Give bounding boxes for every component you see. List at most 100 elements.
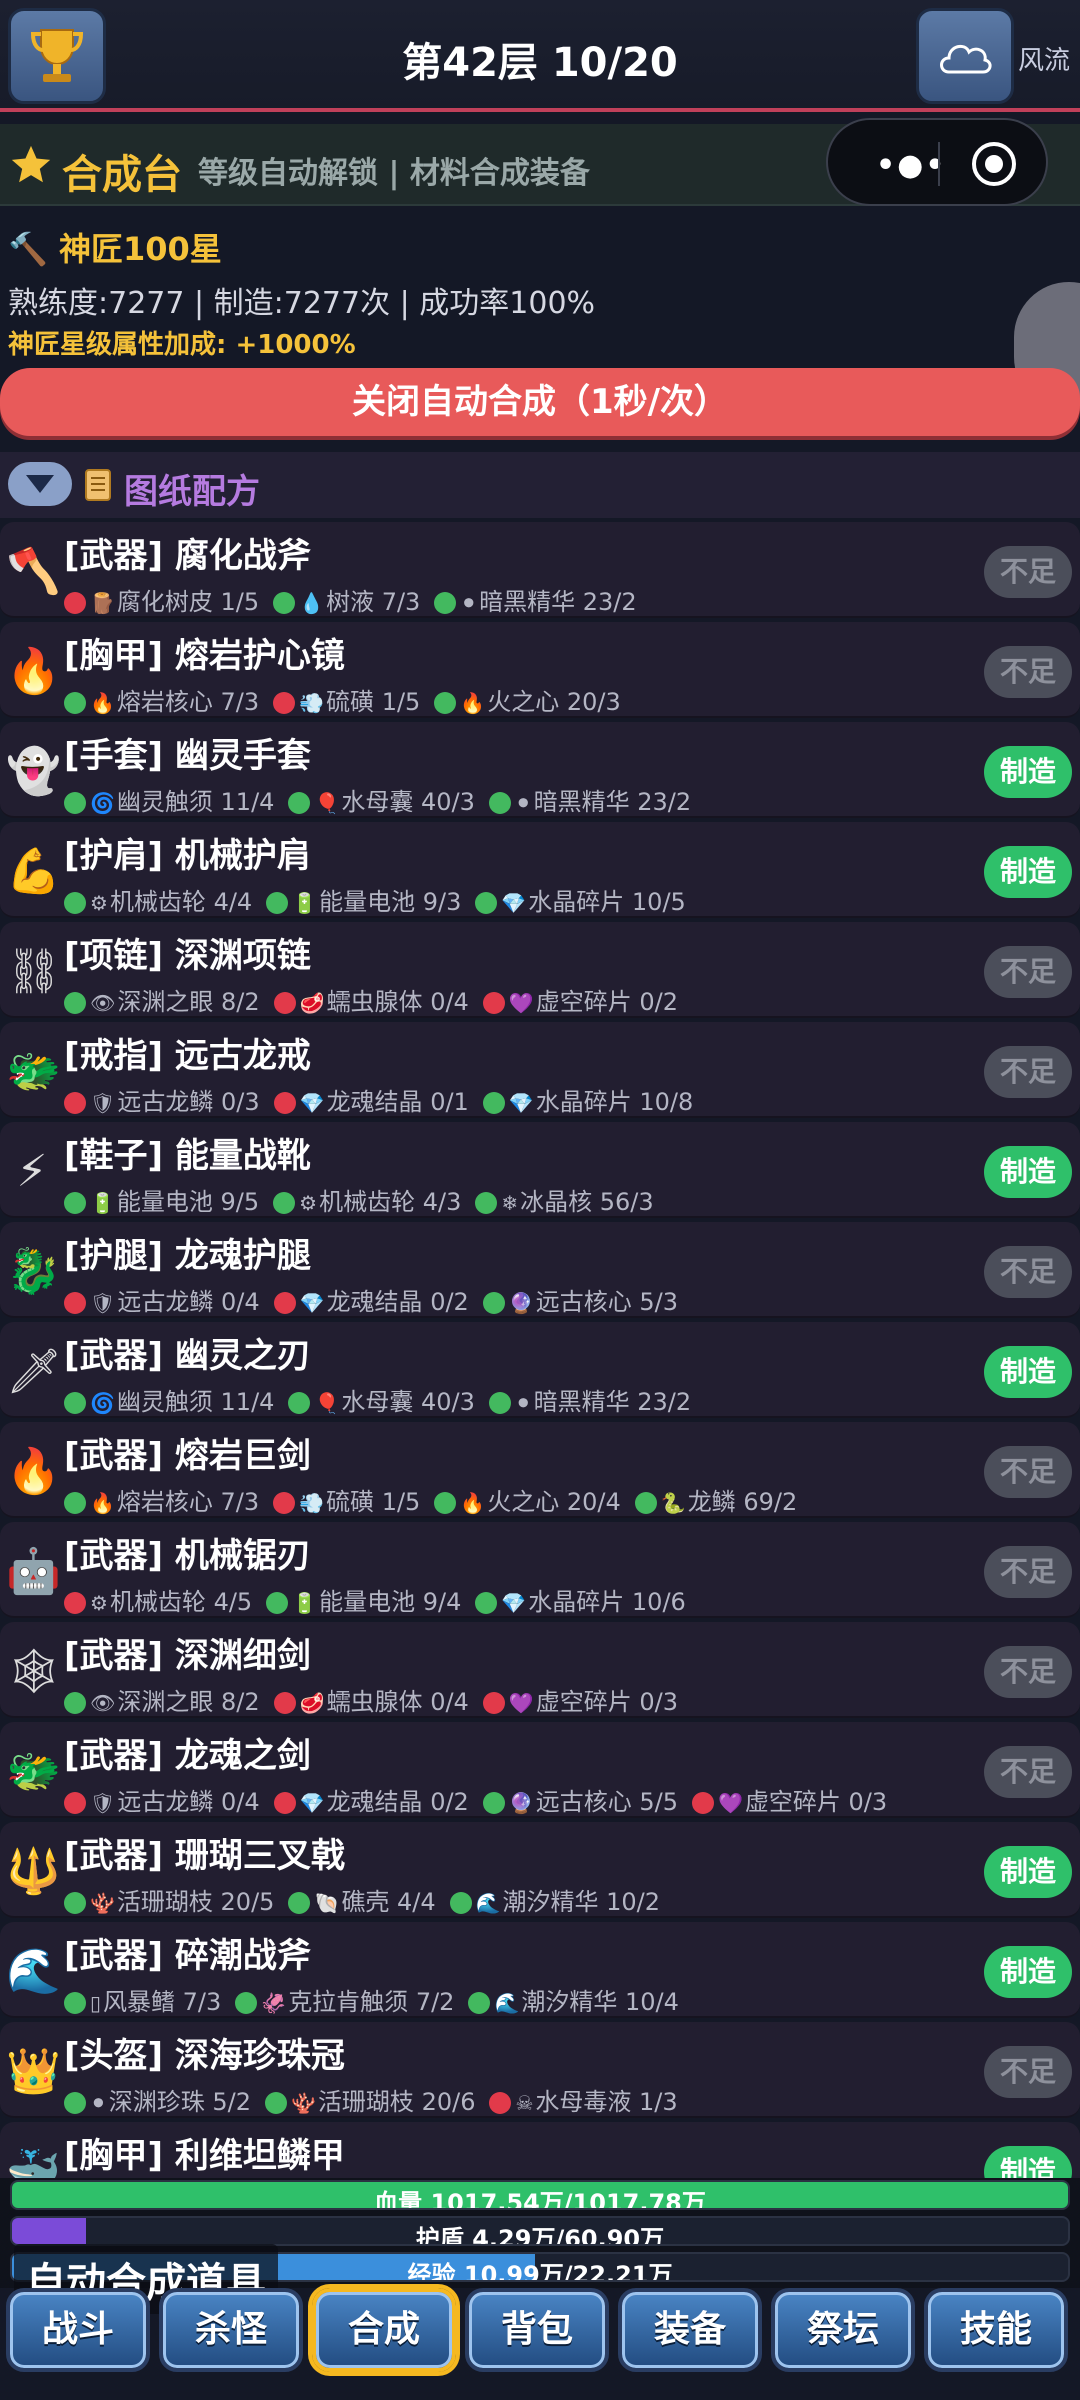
material-label: 远古龙鳞 0/4 <box>117 1288 260 1316</box>
hp-label: 血量 1017.54万/1017.78万 <box>374 2189 706 2210</box>
recipe-materials: ⚙机械齿轮 4/4 🔋能量电池 9/3 💎水晶碎片 10/5 <box>64 882 700 917</box>
forge-stats: 🔨 神匠100星 熟练度:7277 | 制造:7277次 | 成功率100% 神… <box>0 210 1080 360</box>
craft-button[interactable]: 制造 <box>984 1946 1072 1998</box>
material-label: 硫磺 1/5 <box>326 1488 421 1516</box>
material-label: 冰晶核 56/3 <box>520 1188 654 1216</box>
recipe-materials: 👁深渊之眼 8/2 🥩蠕虫腺体 0/4 💜虚空碎片 0/3 <box>64 1682 692 1717</box>
material-item: 🪸活珊瑚枝 20/6 <box>265 2088 475 2116</box>
material-item: 🪵腐化树皮 1/5 <box>64 588 259 616</box>
recipe-row: ⚡ [鞋子] 能量战靴 🔋能量电池 9/5 ⚙机械齿轮 4/3 ❄冰晶核 56/3 制造 <box>0 1122 1080 1218</box>
material-icon: ⚙ <box>90 1591 108 1615</box>
recipe-name: [护肩] 机械护肩 <box>64 836 311 876</box>
material-icon: 🔋 <box>292 891 318 915</box>
material-icon: 💎 <box>501 891 527 915</box>
material-label: 活珊瑚枝 20/6 <box>317 2088 476 2116</box>
craft-button[interactable]: 制造 <box>984 746 1072 798</box>
more-icon[interactable]: •●• <box>876 148 947 183</box>
insufficient-button[interactable]: 不足 <box>984 946 1072 998</box>
insufficient-button[interactable]: 不足 <box>984 2046 1072 2098</box>
nav-tab[interactable]: 祭坛 <box>771 2288 915 2372</box>
material-icon: 💧 <box>299 591 325 615</box>
material-item: 🔋能量电池 9/4 <box>266 1588 461 1616</box>
bottom-nav: 战斗 杀怪 合成 背包 装备 祭坛 技能 <box>0 2286 1080 2376</box>
material-item: 🌀幽灵触须 11/4 <box>64 1388 274 1416</box>
smith-rank: 🔨 神匠100星 <box>8 224 222 270</box>
axe-icon: 🪓 <box>6 546 61 597</box>
material-item: 👁深渊之眼 8/2 <box>64 988 260 1016</box>
nav-tab[interactable]: 装备 <box>618 2288 762 2372</box>
material-icon: 🎈 <box>314 791 340 815</box>
material-icon: 🔮 <box>508 1791 534 1815</box>
material-icon: 🔋 <box>90 1191 115 1215</box>
status-ok-dot <box>482 1292 505 1314</box>
recipe-name: [武器] 深渊细剑 <box>64 1636 311 1676</box>
auto-craft-toggle-button[interactable]: 关闭自动合成（1秒/次） <box>0 368 1080 436</box>
material-icon: 🔥 <box>90 1491 115 1515</box>
nav-tab[interactable]: 合成 <box>312 2288 456 2372</box>
insufficient-button[interactable]: 不足 <box>984 1246 1072 1298</box>
nav-tab[interactable]: 战斗 <box>6 2288 150 2372</box>
material-label: 暗黑精华 23/2 <box>533 1388 692 1416</box>
material-icon: 🥩 <box>299 1691 325 1715</box>
material-icon: 💨 <box>299 691 325 715</box>
craft-button[interactable]: 制造 <box>984 1846 1072 1898</box>
insufficient-button[interactable]: 不足 <box>984 1646 1072 1698</box>
status-ok-dot <box>265 2092 288 2114</box>
material-icon: 🎈 <box>314 1391 340 1415</box>
material-label: 蠕虫腺体 0/4 <box>326 988 469 1016</box>
recipe-name: [胸甲] 熔岩护心镜 <box>64 636 345 676</box>
material-label: 深渊之眼 8/2 <box>117 1688 260 1716</box>
material-label: 潮汐精华 10/2 <box>502 1888 661 1916</box>
insufficient-button[interactable]: 不足 <box>984 1746 1072 1798</box>
material-item: ⚙机械齿轮 4/4 <box>64 888 252 916</box>
insufficient-button[interactable]: 不足 <box>984 1046 1072 1098</box>
material-label: 暗黑精华 23/2 <box>533 788 692 816</box>
status-missing-dot <box>273 1792 296 1814</box>
material-icon: 💎 <box>299 1091 325 1115</box>
material-item: ☠水母毒液 1/3 <box>489 2088 678 2116</box>
nav-tab[interactable]: 技能 <box>924 2288 1068 2372</box>
material-icon: 👁 <box>90 991 116 1015</box>
insufficient-button[interactable]: 不足 <box>984 546 1072 598</box>
collapse-toggle-button[interactable] <box>8 462 72 506</box>
material-item: 🦑克拉肯触须 7/2 <box>235 1988 454 2016</box>
status-missing-dot <box>64 1292 86 1314</box>
recipe-name: [武器] 熔岩巨剑 <box>64 1436 311 1476</box>
nav-tab[interactable]: 杀怪 <box>159 2288 303 2372</box>
recipe-materials: ⚙机械齿轮 4/5 🔋能量电池 9/4 💎水晶碎片 10/6 <box>64 1582 700 1617</box>
cloud-button[interactable] <box>916 8 1014 104</box>
material-item: 💜虚空碎片 0/3 <box>482 1688 678 1716</box>
close-target-icon[interactable] <box>972 142 1016 186</box>
material-item: 💎水晶碎片 10/6 <box>475 1588 686 1616</box>
craft-button[interactable]: 制造 <box>984 1346 1072 1398</box>
recipe-materials: 🛡远古龙鳞 0/4 💎龙魂结晶 0/2 🔮远古核心 5/5 💜虚空碎片 0/3 <box>64 1782 901 1817</box>
recipe-name: [武器] 碎潮战斧 <box>64 1936 311 1976</box>
insufficient-button[interactable]: 不足 <box>984 646 1072 698</box>
material-item: 🔋能量电池 9/3 <box>266 888 461 916</box>
recipe-row: 🐲 [戒指] 远古龙戒 🛡远古龙鳞 0/3 💎龙魂结晶 0/1 💎水晶碎片 10/8 不足 <box>0 1022 1080 1118</box>
craft-button[interactable]: 制造 <box>984 846 1072 898</box>
nav-tab[interactable]: 背包 <box>465 2288 609 2372</box>
status-ok-dot <box>488 792 511 814</box>
material-label: 熔岩核心 7/3 <box>116 1488 260 1516</box>
material-item: ⚫暗黑精华 23/2 <box>434 588 637 616</box>
recipe-row: 🔥 [武器] 熔岩巨剑 🔥熔岩核心 7/3 💨硫磺 1/5 🔥火之心 20/4 🐍龙鳞 6… <box>0 1422 1080 1518</box>
material-icon: 🛡 <box>90 1291 116 1315</box>
fire-icon: 🔥 <box>6 1446 61 1497</box>
status-missing-dot <box>64 1792 86 1814</box>
user-name: 风流 <box>1018 46 1071 76</box>
insufficient-button[interactable]: 不足 <box>984 1546 1072 1598</box>
material-item: ⚙机械齿轮 4/3 <box>273 1188 461 1216</box>
material-label: 远古核心 5/3 <box>535 1288 678 1316</box>
material-item: 👁深渊之眼 8/2 <box>64 1688 260 1716</box>
insufficient-button[interactable]: 不足 <box>984 1446 1072 1498</box>
material-label: 潮汐精华 10/4 <box>521 1988 679 2016</box>
material-item: ⚙机械齿轮 4/5 <box>64 1588 252 1616</box>
material-icon: ⚫ <box>514 791 532 815</box>
recipe-row: 🕸 [武器] 深渊细剑 👁深渊之眼 8/2 🥩蠕虫腺体 0/4 💜虚空碎片 0/3 不足 <box>0 1622 1080 1718</box>
material-icon: 💜 <box>718 1791 743 1815</box>
recipes-title: 图纸配方 <box>124 472 260 512</box>
status-ok-dot <box>475 1192 498 1214</box>
material-item: 💎水晶碎片 10/5 <box>475 888 686 916</box>
craft-button[interactable]: 制造 <box>984 1146 1072 1198</box>
